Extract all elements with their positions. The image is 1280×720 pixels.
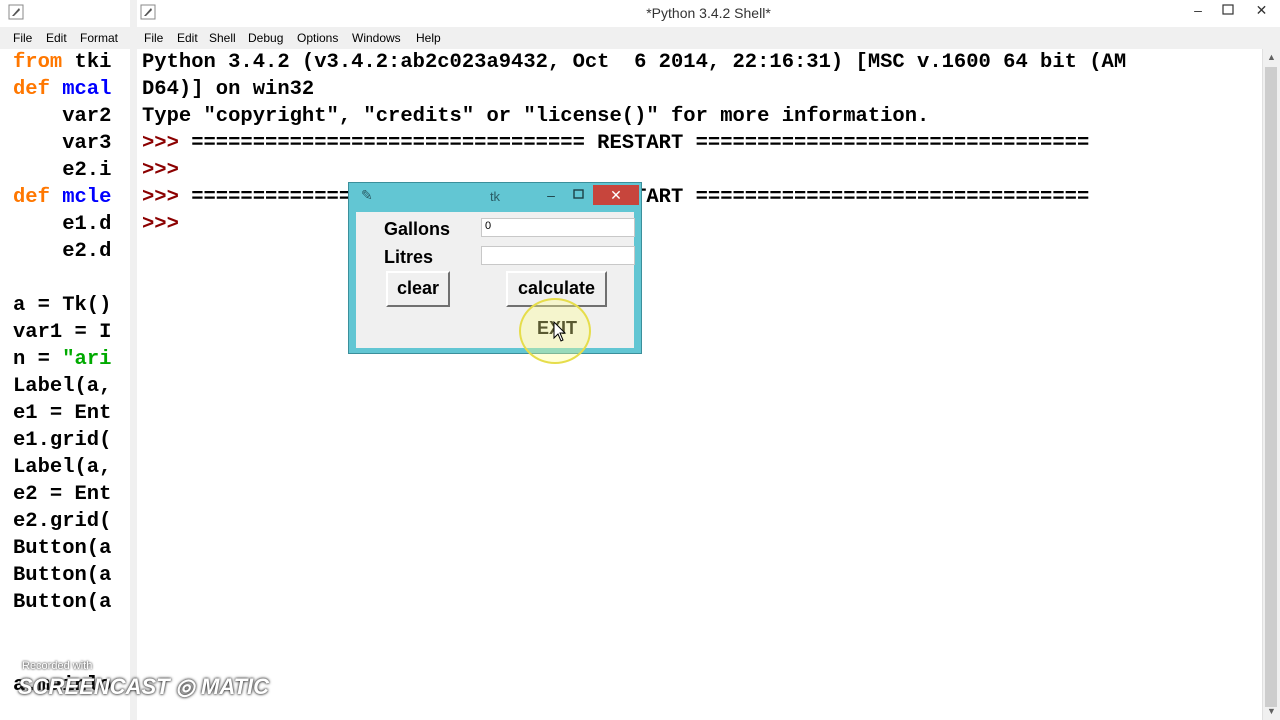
code-token: e2 = Ent: [13, 483, 112, 506]
scroll-up-icon[interactable]: ▲: [1263, 49, 1280, 66]
mouse-pointer-icon: [553, 321, 567, 342]
shell-menu-windows[interactable]: Windows: [352, 31, 401, 45]
code-token: tki: [62, 51, 112, 74]
editor-code-line: Button(a: [13, 589, 129, 616]
editor-menu-format[interactable]: Format: [80, 31, 118, 45]
editor-code-line: var1 = I: [13, 319, 129, 346]
maximize-icon[interactable]: [1213, 0, 1243, 22]
tk-maximize-icon[interactable]: [569, 185, 587, 205]
code-token: a = Tk(): [13, 294, 112, 317]
editor-menu-file[interactable]: File: [13, 31, 32, 45]
close-icon[interactable]: ✕: [1243, 0, 1280, 22]
shell-line: Python 3.4.2 (v3.4.2:ab2c023a9432, Oct 6…: [142, 51, 1127, 74]
vertical-scrollbar[interactable]: ▲ ▼: [1262, 49, 1280, 720]
editor-code-line: e2.d: [13, 238, 129, 265]
shell-line: >>>: [142, 213, 179, 236]
editor-code-line: from tki: [13, 49, 129, 76]
shell-output[interactable]: Python 3.4.2 (v3.4.2:ab2c023a9432, Oct 6…: [142, 49, 1257, 720]
code-token: Label(a,: [13, 375, 112, 398]
editor-code-line: var3: [13, 130, 129, 157]
code-token: var1 = I: [13, 321, 112, 344]
tk-close-icon[interactable]: ✕: [593, 185, 639, 205]
code-token: def: [13, 186, 50, 209]
code-token: from: [13, 51, 63, 74]
shell-menu-shell[interactable]: Shell: [209, 31, 236, 45]
window-gap: [130, 0, 137, 720]
editor-code-line: Button(a: [13, 562, 129, 589]
code-token: mcal: [49, 78, 112, 101]
watermark-logo-text: SCREENCAST ◎ MATIC: [18, 674, 270, 699]
tk-client-area: Gallons 0 Litres clear calculate EXIT: [356, 212, 635, 348]
code-token: mcle: [49, 186, 112, 209]
code-token: e1.grid(: [13, 429, 112, 452]
scroll-down-icon[interactable]: ▼: [1263, 703, 1280, 720]
editor-window: File Edit Format from tki def mcal var2 v…: [0, 0, 131, 720]
shell-menu-file[interactable]: File: [144, 31, 163, 45]
code-token: var2: [13, 105, 112, 128]
code-token: Button(a: [13, 591, 112, 614]
editor-code-line: e2.i: [13, 157, 129, 184]
code-token: Button(a: [13, 564, 112, 587]
editor-code-area[interactable]: from tki def mcal var2 var3 e2.i def mcle …: [13, 49, 129, 629]
clear-button[interactable]: clear: [386, 271, 450, 307]
editor-code-line: e2 = Ent: [13, 481, 129, 508]
shell-line: >>>: [142, 159, 179, 182]
litres-label: Litres: [384, 247, 434, 267]
editor-code-line: def mcal: [13, 76, 129, 103]
shell-titlebar: *Python 3.4.2 Shell* – ✕: [137, 0, 1280, 27]
shell-window: *Python 3.4.2 Shell* – ✕ File Edit Shell…: [137, 0, 1280, 720]
shell-menu-debug[interactable]: Debug: [248, 31, 283, 45]
editor-code-line: def mcle: [13, 184, 129, 211]
editor-code-line: Button(a: [13, 535, 129, 562]
editor-code-line: var2: [13, 103, 129, 130]
shell-line: >>> ================================ RES…: [142, 186, 1090, 209]
minimize-icon[interactable]: –: [1183, 0, 1213, 22]
python-feather-icon: [8, 4, 24, 20]
editor-code-line: Label(a,: [13, 373, 129, 400]
litres-entry[interactable]: [481, 246, 635, 265]
shell-menu-options[interactable]: Options: [297, 31, 338, 45]
code-token: e2.i: [13, 159, 112, 182]
code-token: "ari: [62, 348, 112, 371]
shell-line: >>> ================================ RES…: [142, 132, 1090, 155]
editor-code-line: e1.grid(: [13, 427, 129, 454]
tk-dialog-window: ✎ tk – ✕ Gallons 0 Litres clear calculat…: [348, 182, 642, 354]
editor-code-line: e2.grid(: [13, 508, 129, 535]
shell-menubar: File Edit Shell Debug Options Windows He…: [137, 27, 1280, 49]
editor-titlebar: [0, 0, 130, 27]
code-token: var3: [13, 132, 112, 155]
gallons-label: Gallons: [384, 219, 451, 239]
screencast-watermark: Recorded with SCREENCAST ◎ MATIC: [18, 658, 269, 699]
code-token: Label(a,: [13, 456, 112, 479]
shell-line: Type "copyright", "credits" or "license(…: [142, 105, 930, 128]
editor-code-line: e1 = Ent: [13, 400, 129, 427]
gallons-entry[interactable]: 0: [481, 218, 635, 237]
tk-titlebar[interactable]: ✎ tk – ✕: [349, 183, 641, 209]
code-token: e2.grid(: [13, 510, 112, 533]
editor-code-line: [13, 265, 129, 292]
tk-minimize-icon[interactable]: –: [542, 185, 560, 205]
editor-menubar: File Edit Format: [0, 27, 130, 49]
shell-menu-edit[interactable]: Edit: [177, 31, 198, 45]
code-token: Button(a: [13, 537, 112, 560]
editor-code-line: a = Tk(): [13, 292, 129, 319]
code-token: n =: [13, 348, 63, 371]
editor-code-line: Label(a,: [13, 454, 129, 481]
editor-code-line: e1.d: [13, 211, 129, 238]
shell-title: *Python 3.4.2 Shell*: [646, 5, 771, 21]
editor-menu-edit[interactable]: Edit: [46, 31, 67, 45]
shell-menu-help[interactable]: Help: [416, 31, 441, 45]
editor-code-line: n = "ari: [13, 346, 129, 373]
code-token: e2.d: [13, 240, 112, 263]
shell-line: D64)] on win32: [142, 78, 315, 101]
watermark-small-text: Recorded with: [22, 660, 93, 672]
code-token: e1 = Ent: [13, 402, 112, 425]
code-token: e1.d: [13, 213, 112, 236]
code-token: def: [13, 78, 50, 101]
scrollbar-thumb[interactable]: [1265, 67, 1277, 707]
